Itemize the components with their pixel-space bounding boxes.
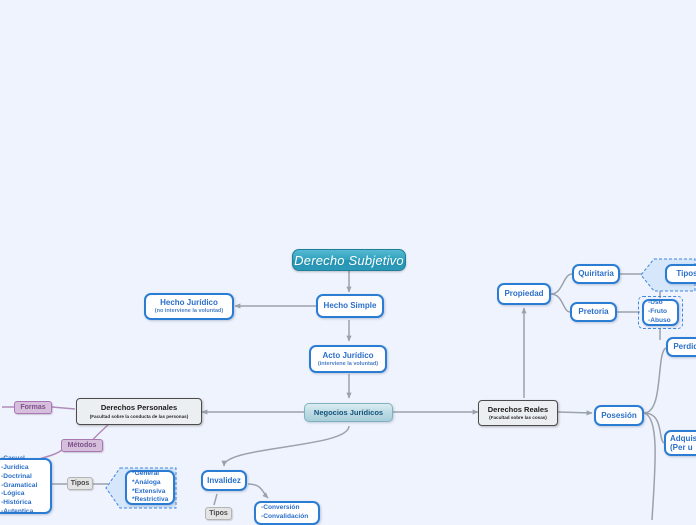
node-sublabel: (interviene la voluntad) xyxy=(317,360,379,367)
node-sublabel: (no interviene la voluntad) xyxy=(154,308,224,315)
node-label: Hecho Jurídico xyxy=(160,298,218,308)
node-label: Pretoria xyxy=(578,307,609,317)
node-adquisicion[interactable]: Adquis (Per u xyxy=(664,430,696,456)
list-item: -Conversión xyxy=(261,504,300,512)
label-text: Tipos xyxy=(209,510,228,517)
mindmap-canvas[interactable]: Derecho Subjetivo Hecho Simple Hecho Jur… xyxy=(0,0,696,525)
node-label: Quiritaria xyxy=(578,269,614,279)
list-item: -Gramatical xyxy=(1,481,38,489)
list-item: -Uso xyxy=(648,299,663,307)
list-item: *Restrictiva xyxy=(132,496,169,504)
node-pretoria[interactable]: Pretoria xyxy=(570,302,617,322)
node-sublabel: (Facultad sobre la conducta de las perso… xyxy=(89,413,189,419)
node-label: Invalidez xyxy=(207,475,241,485)
node-uso-fruto-abuso[interactable]: -Uso -Fruto -Abuso xyxy=(642,299,679,326)
node-hecho-simple[interactable]: Hecho Simple xyxy=(316,294,384,318)
node-label: Derecho Subjetivo xyxy=(294,252,404,268)
label-formas[interactable]: Formas xyxy=(14,401,52,414)
label-text: Formas xyxy=(20,404,46,411)
list-item: -Convalidación xyxy=(261,513,309,520)
node-acto-juridico[interactable]: Acto Jurídico (interviene la voluntad) xyxy=(309,345,387,373)
node-derechos-reales[interactable]: Derechos Reales (Facultad sobre las cosa… xyxy=(478,400,558,426)
list-item: -Doctrinal xyxy=(1,472,32,480)
list-item: -Jurídica xyxy=(1,463,29,471)
node-label: Perdida xyxy=(673,342,696,352)
node-label: Negocios Jurídicos xyxy=(313,408,384,417)
list-item: -Fruto xyxy=(648,308,668,316)
label-tipos-metodos[interactable]: Tipos xyxy=(67,477,93,490)
node-posesion[interactable]: Posesión xyxy=(594,405,644,426)
node-label: Hecho Simple xyxy=(323,301,377,311)
node-negocios-juridicos[interactable]: Negocios Jurídicos xyxy=(304,403,393,422)
list-item: -Casual xyxy=(1,454,25,462)
node-metodos-lista[interactable]: -Casual -Jurídica -Doctrinal -Gramatical… xyxy=(0,454,52,516)
node-label: Derechos Personales xyxy=(100,403,178,413)
node-conversion-convalidacion[interactable]: -Conversión -Convalidación xyxy=(254,501,320,525)
node-invalidez[interactable]: Invalidez xyxy=(201,470,247,491)
label-text: Métodos xyxy=(67,442,97,449)
node-label: Tipos xyxy=(676,269,696,279)
label-tipos-invalidez[interactable]: Tipos xyxy=(205,507,232,520)
node-quiritaria[interactable]: Quiritaria xyxy=(572,264,620,284)
label-metodos[interactable]: Métodos xyxy=(61,439,103,452)
node-interpretacion-lista[interactable]: *General *Análoga *Extensiva *Restrictiv… xyxy=(125,470,175,505)
list-item: *Extensiva xyxy=(132,487,166,495)
node-label: Adquis xyxy=(670,433,696,443)
node-tipos-propiedad[interactable]: Tipos xyxy=(665,264,696,284)
node-label: Posesión xyxy=(601,410,637,420)
node-sublabel: (Per u xyxy=(670,443,693,452)
list-item: *Análoga xyxy=(132,478,161,486)
node-perdida[interactable]: Perdida xyxy=(666,337,696,357)
node-label: Derechos Reales xyxy=(487,404,549,414)
label-text: Tipos xyxy=(70,480,90,487)
node-label: Acto Jurídico xyxy=(322,350,374,360)
list-item: -Histórica xyxy=(1,499,32,507)
node-propiedad[interactable]: Propiedad xyxy=(497,283,551,305)
list-item: -Abuso xyxy=(648,316,671,324)
list-item: -Autentica xyxy=(1,508,34,516)
node-derechos-personales[interactable]: Derechos Personales (Facultad sobre la c… xyxy=(76,398,202,425)
list-item: -Lógica xyxy=(1,490,25,498)
node-derecho-subjetivo[interactable]: Derecho Subjetivo xyxy=(292,249,406,271)
node-sublabel: (Facultad sobre las cosas) xyxy=(489,415,547,421)
list-item: *General xyxy=(132,469,160,477)
node-hecho-juridico[interactable]: Hecho Jurídico (no interviene la volunta… xyxy=(144,293,234,320)
node-label: Propiedad xyxy=(504,289,544,299)
